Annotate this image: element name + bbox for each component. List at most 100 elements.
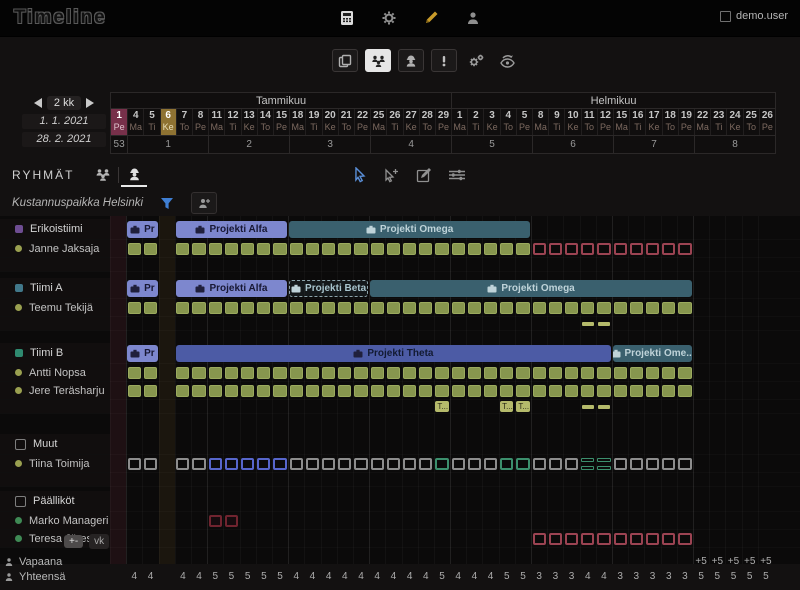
allocation-cell[interactable]	[662, 302, 675, 314]
allocation-cell[interactable]	[387, 458, 400, 470]
allocation-cell[interactable]	[614, 367, 627, 379]
allocation-cell[interactable]	[225, 385, 238, 397]
allocation-cell[interactable]	[273, 385, 286, 397]
allocation-cell[interactable]	[403, 458, 416, 470]
allocation-cell[interactable]	[371, 385, 384, 397]
allocation-cell[interactable]	[241, 458, 254, 470]
allocation-cell[interactable]	[662, 385, 675, 397]
worker-view-icon[interactable]	[398, 49, 424, 72]
allocation-cell[interactable]	[484, 385, 497, 397]
day-header-cell[interactable]: 21To	[338, 109, 354, 135]
allocation-cell[interactable]	[614, 533, 627, 545]
allocation-cell[interactable]	[597, 243, 610, 255]
allocation-cell[interactable]	[581, 533, 594, 545]
allocation-cell[interactable]	[678, 367, 691, 379]
allocation-cell[interactable]	[290, 458, 303, 470]
cursor-add-icon[interactable]	[383, 167, 400, 183]
day-header-cell[interactable]: 11Ma	[208, 109, 224, 135]
preview-undo-icon[interactable]	[495, 50, 519, 71]
day-header-cell[interactable]: 16Ti	[629, 109, 645, 135]
allocation-cell[interactable]	[646, 243, 659, 255]
allocation-cell[interactable]	[678, 385, 691, 397]
allocation-cell[interactable]	[435, 385, 448, 397]
day-header-cell[interactable]: 18To	[662, 109, 678, 135]
allocation-cell[interactable]	[338, 458, 351, 470]
group-label-päälliköt[interactable]: Päälliköt	[0, 491, 110, 511]
allocation-cell[interactable]	[597, 533, 610, 545]
allocation-cell[interactable]	[128, 367, 141, 379]
allocation-cell[interactable]	[176, 385, 189, 397]
day-header-cell[interactable]: 1Ma	[451, 109, 467, 135]
allocation-cell[interactable]	[516, 458, 529, 470]
allocation-cell[interactable]	[209, 385, 222, 397]
week-number-cell[interactable]: 3	[289, 136, 370, 153]
allocation-cell[interactable]	[500, 458, 513, 470]
group-label-tiimi b[interactable]: Tiimi B	[0, 343, 110, 363]
allocation-cell[interactable]	[354, 458, 367, 470]
allocation-cell[interactable]	[209, 515, 222, 527]
allocation-cell[interactable]	[516, 302, 529, 314]
allocation-cell[interactable]	[597, 302, 610, 314]
worker-hat-icon[interactable]	[121, 163, 147, 187]
allocation-cell[interactable]	[128, 385, 141, 397]
day-header-cell[interactable]: 28To	[419, 109, 435, 135]
allocation-cell[interactable]	[646, 385, 659, 397]
week-number-cell[interactable]: 2	[208, 136, 289, 153]
allocation-cell[interactable]	[565, 302, 578, 314]
allocation-cell[interactable]	[549, 367, 562, 379]
project-bar[interactable]: Projekti Omega	[289, 221, 530, 238]
day-header-cell[interactable]: 5Ti	[143, 109, 159, 135]
allocation-cell[interactable]	[192, 458, 205, 470]
day-header-cell[interactable]: 12Ti	[224, 109, 240, 135]
allocation-cell[interactable]	[662, 243, 675, 255]
allocation-cell[interactable]	[614, 243, 627, 255]
allocation-cell[interactable]	[354, 367, 367, 379]
allocation-cell[interactable]	[678, 243, 691, 255]
day-header-cell[interactable]: 2Ti	[467, 109, 483, 135]
allocation-cell[interactable]	[322, 458, 335, 470]
allocation-cell[interactable]	[468, 243, 481, 255]
allocation-cell[interactable]	[225, 458, 238, 470]
allocation-cell[interactable]	[435, 302, 448, 314]
filter-sliders-icon[interactable]	[448, 168, 466, 182]
day-header-cell[interactable]: 24Ke	[726, 109, 742, 135]
group-checkbox[interactable]	[15, 439, 26, 450]
member-label[interactable]: Antti Nopsa	[0, 364, 110, 381]
allocation-cell[interactable]	[533, 243, 546, 255]
allocation-cell[interactable]	[484, 302, 497, 314]
project-bar[interactable]: Projekti Theta	[176, 345, 611, 362]
prev-period-button[interactable]	[34, 98, 42, 108]
day-header-cell[interactable]: 9Ti	[548, 109, 564, 135]
allocation-cell[interactable]	[678, 458, 691, 470]
alerts-icon[interactable]	[431, 49, 457, 72]
allocation-cell[interactable]	[614, 385, 627, 397]
allocation-cell[interactable]	[533, 302, 546, 314]
allocation-cell[interactable]	[225, 515, 238, 527]
allocation-cell[interactable]	[338, 243, 351, 255]
allocation-cell[interactable]	[257, 302, 270, 314]
day-header-cell[interactable]: 18Ma	[289, 109, 305, 135]
allocation-cell[interactable]	[128, 302, 141, 314]
allocation-cell[interactable]	[533, 367, 546, 379]
week-number-cell[interactable]: 7	[613, 136, 694, 153]
task-chip[interactable]: T...	[516, 401, 529, 412]
week-number-cell[interactable]: 53	[111, 136, 127, 153]
allocation-cell[interactable]	[176, 302, 189, 314]
allocation-cell[interactable]	[322, 385, 335, 397]
day-header-cell[interactable]: 22Ma	[694, 109, 710, 135]
edit-pencil-icon[interactable]	[422, 9, 440, 27]
project-bar[interactable]: Pr	[127, 221, 157, 238]
day-header-cell[interactable]: 19Pe	[678, 109, 694, 135]
allocation-cell[interactable]	[273, 458, 286, 470]
allocation-cell[interactable]	[338, 367, 351, 379]
allocation-cell[interactable]	[241, 302, 254, 314]
allocation-cell[interactable]	[387, 302, 400, 314]
day-header-cell[interactable]: 12Pe	[597, 109, 613, 135]
allocation-cell[interactable]	[128, 243, 141, 255]
allocation-cell[interactable]	[144, 302, 157, 314]
allocation-cell[interactable]	[257, 367, 270, 379]
allocation-cell[interactable]	[581, 367, 594, 379]
day-header-cell[interactable]: 23Ti	[710, 109, 726, 135]
allocation-cell[interactable]	[209, 367, 222, 379]
task-strip[interactable]	[582, 405, 594, 409]
